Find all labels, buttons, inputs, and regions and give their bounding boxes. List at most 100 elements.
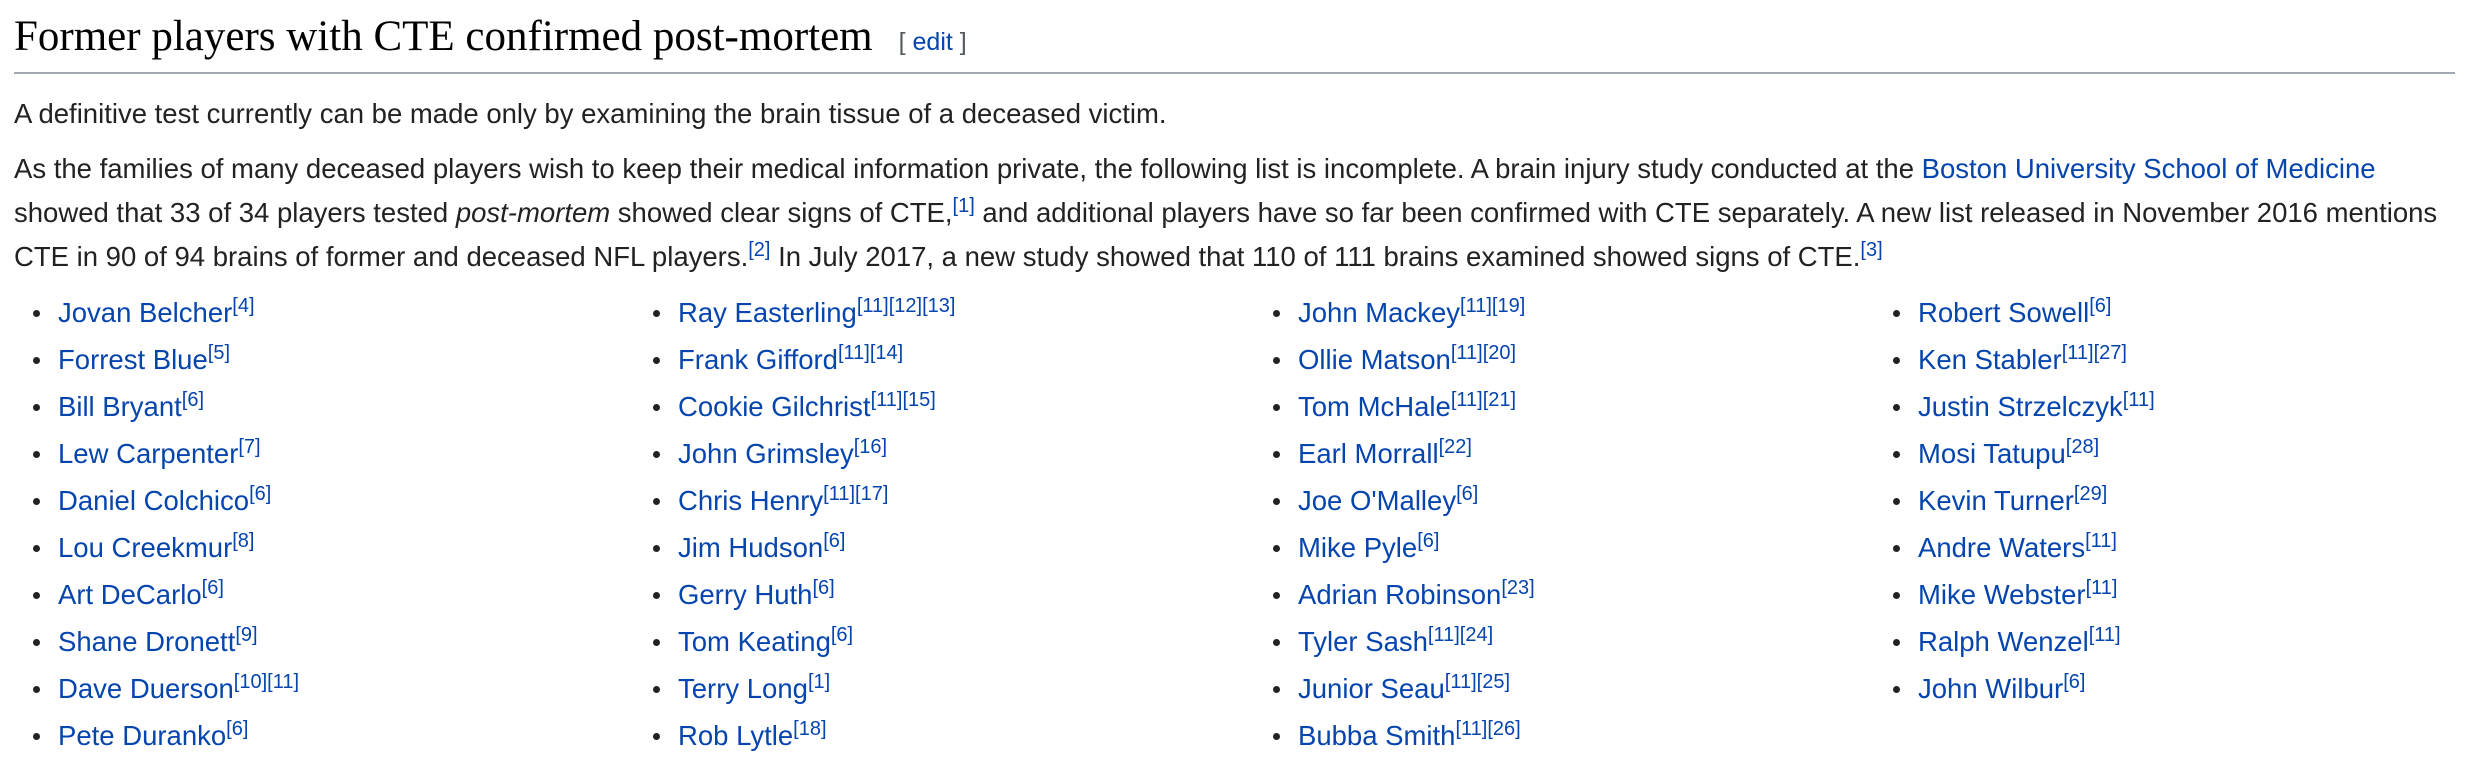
citation-link[interactable]: [6]: [823, 530, 845, 552]
citation-link[interactable]: [11]: [1451, 389, 1483, 411]
citation-link[interactable]: [6]: [2063, 671, 2085, 693]
player-link[interactable]: John Wilbur: [1918, 673, 2063, 704]
citation-link[interactable]: [26]: [1487, 718, 1520, 740]
player-link[interactable]: Lew Carpenter: [58, 438, 238, 469]
player-link[interactable]: Gerry Huth: [678, 579, 812, 610]
player-link[interactable]: Tom McHale: [1298, 391, 1451, 422]
citation-link[interactable]: [11]: [2086, 577, 2118, 599]
player-link[interactable]: Pete Duranko: [58, 720, 226, 751]
player-link[interactable]: Mike Pyle: [1298, 532, 1417, 563]
boston-university-link[interactable]: Boston University School of Medicine: [1922, 153, 2376, 184]
citation-link[interactable]: [2]: [748, 239, 770, 261]
citation-link[interactable]: [6]: [2089, 295, 2111, 317]
player-link[interactable]: Joe O'Malley: [1298, 485, 1456, 516]
player-link[interactable]: Chris Henry: [678, 485, 823, 516]
citation-link[interactable]: [23]: [1501, 577, 1534, 599]
player-link[interactable]: Adrian Robinson: [1298, 579, 1501, 610]
edit-link[interactable]: edit: [913, 28, 953, 56]
citation-link[interactable]: [12]: [889, 295, 922, 317]
player-link[interactable]: Shane Dronett: [58, 626, 235, 657]
citation-link[interactable]: [11]: [2062, 342, 2094, 364]
citation-link[interactable]: [11]: [1460, 295, 1492, 317]
citation-link[interactable]: [11]: [2123, 389, 2155, 411]
citation-link[interactable]: [24]: [1460, 624, 1493, 646]
citation-link[interactable]: [22]: [1439, 436, 1472, 458]
citation-link[interactable]: [17]: [855, 483, 888, 505]
citation-link[interactable]: [3]: [1860, 239, 1882, 261]
player-link[interactable]: Mike Webster: [1918, 579, 2086, 610]
citation-link[interactable]: [4]: [232, 295, 254, 317]
citation-link[interactable]: [11]: [1455, 718, 1487, 740]
player-link[interactable]: Junior Seau: [1298, 673, 1445, 704]
player-link[interactable]: Mosi Tatupu: [1918, 438, 2066, 469]
citation-link[interactable]: [6]: [1456, 483, 1478, 505]
citation-link[interactable]: [11]: [1445, 671, 1477, 693]
citation-link[interactable]: [11]: [2089, 624, 2121, 646]
citation-link[interactable]: [10]: [234, 671, 267, 693]
citation-link[interactable]: [6]: [1417, 530, 1439, 552]
citation-link[interactable]: [6]: [226, 718, 248, 740]
citation-link[interactable]: [6]: [202, 577, 224, 599]
citation-link[interactable]: [6]: [812, 577, 834, 599]
citation-link[interactable]: [20]: [1483, 342, 1516, 364]
citation-link[interactable]: [14]: [870, 342, 903, 364]
player-link[interactable]: Tyler Sash: [1298, 626, 1428, 657]
player-link[interactable]: Bubba Smith: [1298, 720, 1455, 751]
citation-link[interactable]: [11]: [838, 342, 870, 364]
player-link[interactable]: Earl Morrall: [1298, 438, 1439, 469]
player-link[interactable]: Jim Hudson: [678, 532, 823, 563]
citation-link[interactable]: [11]: [871, 389, 903, 411]
citation-link[interactable]: [11]: [267, 671, 299, 693]
citation: [11]: [857, 295, 889, 317]
citation-link[interactable]: [1]: [808, 671, 830, 693]
citation-link[interactable]: [15]: [902, 389, 935, 411]
citation: [10]: [234, 671, 267, 693]
player-link[interactable]: Ray Easterling: [678, 297, 857, 328]
player-link[interactable]: Tom Keating: [678, 626, 831, 657]
player-link[interactable]: Rob Lytle: [678, 720, 793, 751]
list-item: Gerry Huth[6]: [653, 571, 1254, 618]
citation-link[interactable]: [21]: [1483, 389, 1516, 411]
citation-link[interactable]: [6]: [831, 624, 853, 646]
citation-link[interactable]: [27]: [2094, 342, 2127, 364]
player-link[interactable]: Ken Stabler: [1918, 344, 2062, 375]
player-link[interactable]: Cookie Gilchrist: [678, 391, 871, 422]
player-link[interactable]: Terry Long: [678, 673, 808, 704]
player-link[interactable]: Bill Bryant: [58, 391, 182, 422]
citation-link[interactable]: [7]: [238, 436, 260, 458]
citation-link[interactable]: [11]: [2085, 530, 2117, 552]
citation-link[interactable]: [18]: [793, 718, 826, 740]
player-link[interactable]: Forrest Blue: [58, 344, 208, 375]
player-link[interactable]: Justin Strzelczyk: [1918, 391, 2123, 422]
player-link[interactable]: Ralph Wenzel: [1918, 626, 2089, 657]
citation-link[interactable]: [11]: [1428, 624, 1460, 646]
player-link[interactable]: Jovan Belcher: [58, 297, 232, 328]
player-link[interactable]: Robert Sowell: [1918, 297, 2089, 328]
player-link[interactable]: John Grimsley: [678, 438, 854, 469]
player-link[interactable]: Art DeCarlo: [58, 579, 202, 610]
citation-link[interactable]: [28]: [2066, 436, 2099, 458]
citation-link[interactable]: [13]: [922, 295, 955, 317]
citation-link[interactable]: [19]: [1492, 295, 1525, 317]
player-link[interactable]: Ollie Matson: [1298, 344, 1451, 375]
citation-link[interactable]: [11]: [823, 483, 855, 505]
citation-link[interactable]: [29]: [2074, 483, 2107, 505]
citation-link[interactable]: [5]: [208, 342, 230, 364]
player-link[interactable]: Daniel Colchico: [58, 485, 249, 516]
player-link[interactable]: Frank Gifford: [678, 344, 838, 375]
player-link[interactable]: Lou Creekmur: [58, 532, 232, 563]
citation-link[interactable]: [11]: [1451, 342, 1483, 364]
citation-link[interactable]: [16]: [854, 436, 887, 458]
player-link[interactable]: Andre Waters: [1918, 532, 2085, 563]
citation-link[interactable]: [25]: [1477, 671, 1510, 693]
player-link[interactable]: John Mackey: [1298, 297, 1460, 328]
player-link[interactable]: Dave Duerson: [58, 673, 234, 704]
player-link[interactable]: Kevin Turner: [1918, 485, 2074, 516]
citation-link[interactable]: [6]: [182, 389, 204, 411]
citation: [12]: [889, 295, 922, 317]
citation-link[interactable]: [11]: [857, 295, 889, 317]
citation-link[interactable]: [1]: [953, 195, 975, 217]
citation-link[interactable]: [8]: [232, 530, 254, 552]
citation-link[interactable]: [6]: [249, 483, 271, 505]
citation-link[interactable]: [9]: [235, 624, 257, 646]
